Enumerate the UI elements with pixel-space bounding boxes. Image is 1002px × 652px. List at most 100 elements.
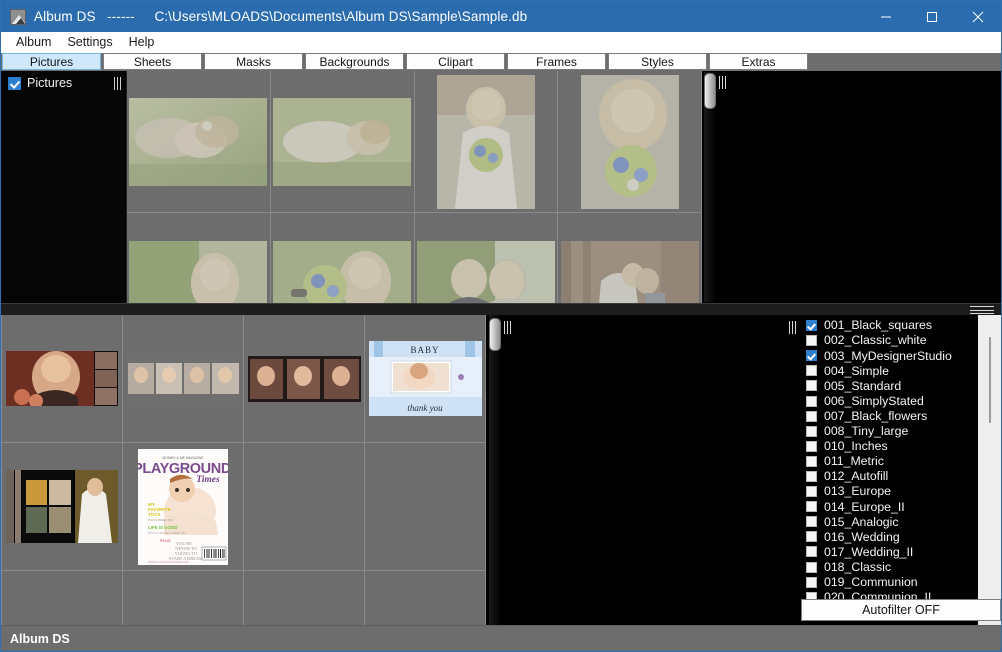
style-checkbox[interactable]	[806, 470, 817, 482]
style-checkbox[interactable]	[806, 395, 817, 407]
style-checkbox[interactable]	[806, 531, 817, 543]
tab-pictures[interactable]: Pictures	[2, 53, 101, 70]
tab-backgrounds[interactable]: Backgrounds	[305, 53, 404, 70]
list-item[interactable]: 005_Standard	[801, 378, 977, 393]
style-checkbox[interactable]	[806, 576, 817, 588]
styles-list-scrollbar[interactable]	[977, 315, 1001, 625]
scrollbar-thumb[interactable]	[704, 73, 716, 109]
list-item[interactable]: 012_Autofill	[801, 469, 977, 484]
tree-item-pictures[interactable]: Pictures	[1, 71, 126, 91]
picture-thumbnail	[436, 74, 535, 209]
scrollbar-thumb[interactable]	[989, 337, 991, 423]
sheet-thumbnail	[247, 355, 361, 402]
list-item[interactable]: 011_Metric	[801, 454, 977, 469]
pictures-pane-grip[interactable]	[719, 76, 728, 89]
list-item-label: 013_Europe	[824, 484, 892, 499]
menu-item-album[interactable]: Album	[8, 33, 59, 51]
styles-list[interactable]: 001_Black_squares 002_Classic_white 003_…	[801, 315, 977, 625]
tab-sheets[interactable]: Sheets	[103, 53, 202, 70]
tab-extras[interactable]: Extras	[709, 53, 808, 70]
tree-panel-grip[interactable]	[114, 77, 123, 90]
sheet-cell[interactable]	[365, 443, 486, 571]
style-checkbox[interactable]	[806, 501, 817, 513]
barcode-icon	[201, 546, 227, 560]
picture-cell[interactable]	[271, 213, 415, 303]
sheet-cell[interactable]	[2, 443, 123, 571]
sheet-cell[interactable]	[2, 571, 123, 625]
style-checkbox[interactable]	[806, 546, 817, 558]
magazine-cover-thumbnail: MOMMY & ME MAGAZINE PLAYGROUND Times MY …	[138, 448, 228, 565]
styles-panel-grip[interactable]	[789, 321, 798, 334]
horizontal-splitter[interactable]	[1, 303, 1001, 315]
style-checkbox[interactable]	[806, 380, 817, 392]
sheet-cell[interactable]	[123, 571, 244, 625]
tab-frames[interactable]: Frames	[507, 53, 606, 70]
svg-text:BABY: BABY	[410, 345, 439, 355]
picture-cell[interactable]	[127, 213, 271, 303]
list-item[interactable]: 018_Classic	[801, 560, 977, 575]
menu-item-help[interactable]: Help	[121, 33, 163, 51]
list-item[interactable]: 006_SimplyStated	[801, 393, 977, 408]
style-checkbox[interactable]	[806, 350, 817, 362]
list-item[interactable]: 013_Europe	[801, 484, 977, 499]
tab-clipart[interactable]: Clipart	[406, 53, 505, 70]
style-checkbox[interactable]	[806, 320, 817, 332]
close-icon[interactable]	[955, 1, 1001, 32]
list-item[interactable]: 019_Communion	[801, 575, 977, 590]
style-checkbox[interactable]	[806, 410, 817, 422]
title-bar: Album DS ------ C:\Users\MLOADS\Document…	[1, 1, 1001, 32]
list-item-label: 006_SimplyStated	[824, 393, 924, 408]
list-item[interactable]: 017_Wedding_II	[801, 544, 977, 559]
pictures-checkbox[interactable]	[8, 76, 21, 90]
picture-cell[interactable]	[558, 71, 702, 213]
menu-bar: Album Settings Help	[1, 32, 1001, 53]
list-item[interactable]: 001_Black_squares	[801, 318, 977, 333]
style-checkbox[interactable]	[806, 455, 817, 467]
sheet-cell[interactable]	[123, 315, 244, 443]
sheet-cell[interactable]	[2, 315, 123, 443]
picture-cell[interactable]	[415, 213, 559, 303]
maximize-icon[interactable]	[909, 1, 955, 32]
pictures-thumbnail-grid[interactable]	[127, 71, 702, 303]
list-item[interactable]: 004_Simple	[801, 363, 977, 378]
list-item[interactable]: 003_MyDesignerStudio	[801, 348, 977, 363]
sheet-cell[interactable]	[244, 571, 365, 625]
list-item[interactable]: 015_Analogic	[801, 514, 977, 529]
pictures-vertical-scrollbar[interactable]	[702, 71, 728, 303]
horizontal-splitter-grip[interactable]	[970, 306, 994, 314]
tab-styles[interactable]: Styles	[608, 53, 707, 70]
sheet-cell[interactable]: BABY thank you	[365, 315, 486, 443]
style-checkbox[interactable]	[806, 440, 817, 452]
autofilter-button[interactable]: Autofilter OFF	[801, 599, 1001, 621]
style-checkbox[interactable]	[806, 516, 817, 528]
sheets-thumbnail-grid[interactable]: BABY thank you MOMMY & ME MAGAZINE PLAYG…	[1, 315, 486, 625]
picture-cell[interactable]	[414, 71, 559, 213]
sheet-cell[interactable]: MOMMY & ME MAGAZINE PLAYGROUND Times MY …	[123, 443, 244, 571]
style-checkbox[interactable]	[806, 486, 817, 498]
list-item[interactable]: 002_Classic_white	[801, 333, 977, 348]
sheets-pane-grip[interactable]	[504, 321, 513, 334]
list-item[interactable]: 010_Inches	[801, 439, 977, 454]
picture-cell[interactable]	[558, 213, 702, 303]
style-checkbox[interactable]	[806, 561, 817, 573]
style-checkbox[interactable]	[806, 365, 817, 377]
picture-cell[interactable]	[270, 71, 415, 213]
picture-thumbnail	[416, 240, 555, 303]
sheets-vertical-scrollbar[interactable]	[486, 315, 512, 625]
menu-item-settings[interactable]: Settings	[59, 33, 120, 51]
sheet-cell[interactable]	[365, 571, 486, 625]
list-item[interactable]: 016_Wedding	[801, 529, 977, 544]
list-item[interactable]: 008_Tiny_large	[801, 424, 977, 439]
scrollbar-track[interactable]	[489, 315, 501, 625]
list-item[interactable]: 014_Europe_II	[801, 499, 977, 514]
minimize-icon[interactable]	[863, 1, 909, 32]
sheet-cell[interactable]	[244, 315, 365, 443]
list-item[interactable]: 007_Black_flowers	[801, 409, 977, 424]
style-checkbox[interactable]	[806, 335, 817, 347]
album-tree-panel: Pictures	[1, 71, 127, 303]
tab-masks[interactable]: Masks	[204, 53, 303, 70]
picture-cell[interactable]	[127, 71, 271, 213]
style-checkbox[interactable]	[806, 425, 817, 437]
sheet-cell[interactable]	[244, 443, 365, 571]
scrollbar-thumb[interactable]	[489, 318, 501, 351]
